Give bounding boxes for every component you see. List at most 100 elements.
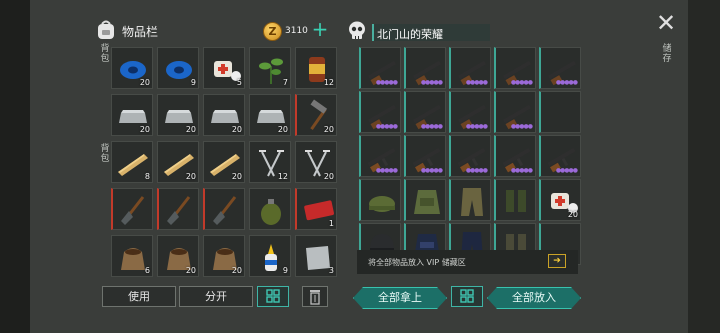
rarity-dots: ●●●●● <box>420 79 443 86</box>
item-slot[interactable]: 20 <box>203 235 245 277</box>
empty-slot[interactable] <box>539 91 581 133</box>
take-all-button[interactable]: 全部拿上 <box>353 287 447 309</box>
close-icon[interactable]: ✕ <box>655 11 677 35</box>
shovel-icon <box>213 196 237 225</box>
rarity-dots: ●●●●● <box>420 123 443 130</box>
item-quantity: 7 <box>282 78 288 87</box>
item-quantity: 9 <box>190 78 196 87</box>
rarity-dots: ●●●●● <box>510 167 533 174</box>
item-slot[interactable]: ●●●●● <box>539 135 581 177</box>
item-slot[interactable]: 5 <box>203 47 245 89</box>
item-quantity: 20 <box>139 125 150 134</box>
item-slot[interactable]: ●●●●● <box>449 47 491 89</box>
add-coins-button[interactable]: + <box>311 19 329 39</box>
rarity-dots: ●●●●● <box>375 123 398 130</box>
item-quantity: 20 <box>185 172 196 181</box>
item-slot[interactable]: ●●●●● <box>539 47 581 89</box>
item-slot[interactable]: 20 <box>203 94 245 136</box>
backpack-icon <box>98 20 114 39</box>
item-slot[interactable] <box>449 179 491 221</box>
sort-grid-button[interactable] <box>257 286 289 307</box>
location-title: 北门山的荣耀 <box>377 28 443 41</box>
grenade-icon <box>261 199 281 225</box>
coin-icon: Z <box>263 22 282 41</box>
item-quantity: 20 <box>139 78 150 87</box>
item-slot[interactable] <box>203 188 245 230</box>
move-to-vip-icon[interactable]: ➔ <box>548 254 566 268</box>
split-button[interactable]: 分开 <box>179 286 253 307</box>
item-slot[interactable]: 20 <box>157 94 199 136</box>
grid-icon <box>460 289 474 303</box>
item-slot[interactable]: 12 <box>295 47 337 89</box>
item-slot[interactable]: ●●●●● <box>359 91 401 133</box>
item-slot[interactable] <box>494 179 536 221</box>
item-quantity: 9 <box>282 266 288 275</box>
storage-sort-button[interactable] <box>451 286 483 307</box>
item-slot[interactable]: 20 <box>295 94 337 136</box>
item-slot[interactable]: ●●●●● <box>449 135 491 177</box>
item-slot[interactable]: 20 <box>157 141 199 183</box>
item-slot[interactable]: 8 <box>111 141 153 183</box>
coin-count: 3110 <box>285 26 308 36</box>
inventory-title: 物品栏 <box>122 25 159 39</box>
left-edge <box>0 0 30 333</box>
item-slot[interactable]: 20 <box>111 47 153 89</box>
item-quantity: 12 <box>323 78 334 87</box>
rarity-dots: ●●●●● <box>555 79 578 86</box>
item-slot[interactable]: 6 <box>111 235 153 277</box>
item-quantity: 5 <box>236 78 242 87</box>
trash-button[interactable] <box>302 286 328 307</box>
item-slot[interactable]: 20 <box>295 141 337 183</box>
item-slot[interactable]: 20 <box>539 179 581 221</box>
item-quantity: 20 <box>277 125 288 134</box>
shovel-icon <box>167 196 191 225</box>
item-slot[interactable]: 9 <box>157 47 199 89</box>
skull-icon <box>349 21 365 39</box>
item-slot[interactable]: 20 <box>157 235 199 277</box>
item-slot[interactable] <box>404 179 446 221</box>
rarity-dots: ●●●●● <box>465 79 488 86</box>
item-slot[interactable]: ●●●●● <box>494 47 536 89</box>
item-slot[interactable]: 1 <box>295 188 337 230</box>
item-quantity: 20 <box>567 210 578 219</box>
item-slot[interactable]: 7 <box>249 47 291 89</box>
item-slot[interactable]: 20 <box>111 94 153 136</box>
item-slot[interactable]: ●●●●● <box>494 91 536 133</box>
rarity-dots: ●●●●● <box>555 167 578 174</box>
item-slot[interactable]: 20 <box>249 94 291 136</box>
item-slot[interactable]: 20 <box>203 141 245 183</box>
item-slot[interactable]: ●●●●● <box>494 135 536 177</box>
item-slot[interactable]: ●●●●● <box>359 135 401 177</box>
backpack-side-label: 背包 <box>100 44 110 64</box>
item-slot[interactable]: ●●●●● <box>404 47 446 89</box>
item-quantity: 20 <box>231 125 242 134</box>
item-slot[interactable]: 12 <box>249 141 291 183</box>
rarity-dots: ●●●●● <box>465 167 488 174</box>
item-slot[interactable] <box>359 179 401 221</box>
item-slot[interactable]: 3 <box>295 235 337 277</box>
item-slot[interactable]: ●●●●● <box>449 91 491 133</box>
use-button[interactable]: 使用 <box>102 286 176 307</box>
item-slot[interactable]: ●●●●● <box>404 91 446 133</box>
backpack-side-label-2: 背包 <box>100 144 110 164</box>
military-boots-icon <box>506 190 526 212</box>
item-slot[interactable] <box>249 188 291 230</box>
military-cap-icon <box>369 196 395 212</box>
item-quantity: 20 <box>231 172 242 181</box>
item-slot[interactable] <box>157 188 199 230</box>
right-edge <box>688 0 720 333</box>
item-quantity: 3 <box>328 266 334 275</box>
item-quantity: 20 <box>231 266 242 275</box>
rarity-dots: ●●●●● <box>375 79 398 86</box>
item-quantity: 20 <box>323 172 334 181</box>
item-slot[interactable] <box>111 188 153 230</box>
storage-side-label: 储存 <box>662 44 672 64</box>
item-quantity: 6 <box>144 266 150 275</box>
put-all-button[interactable]: 全部放入 <box>487 287 581 309</box>
camo-pants-icon <box>461 188 483 216</box>
item-slot[interactable]: ●●●●● <box>404 135 446 177</box>
item-quantity: 20 <box>185 266 196 275</box>
grid-icon <box>266 289 280 303</box>
item-slot[interactable]: 9 <box>249 235 291 277</box>
item-slot[interactable]: ●●●●● <box>359 47 401 89</box>
